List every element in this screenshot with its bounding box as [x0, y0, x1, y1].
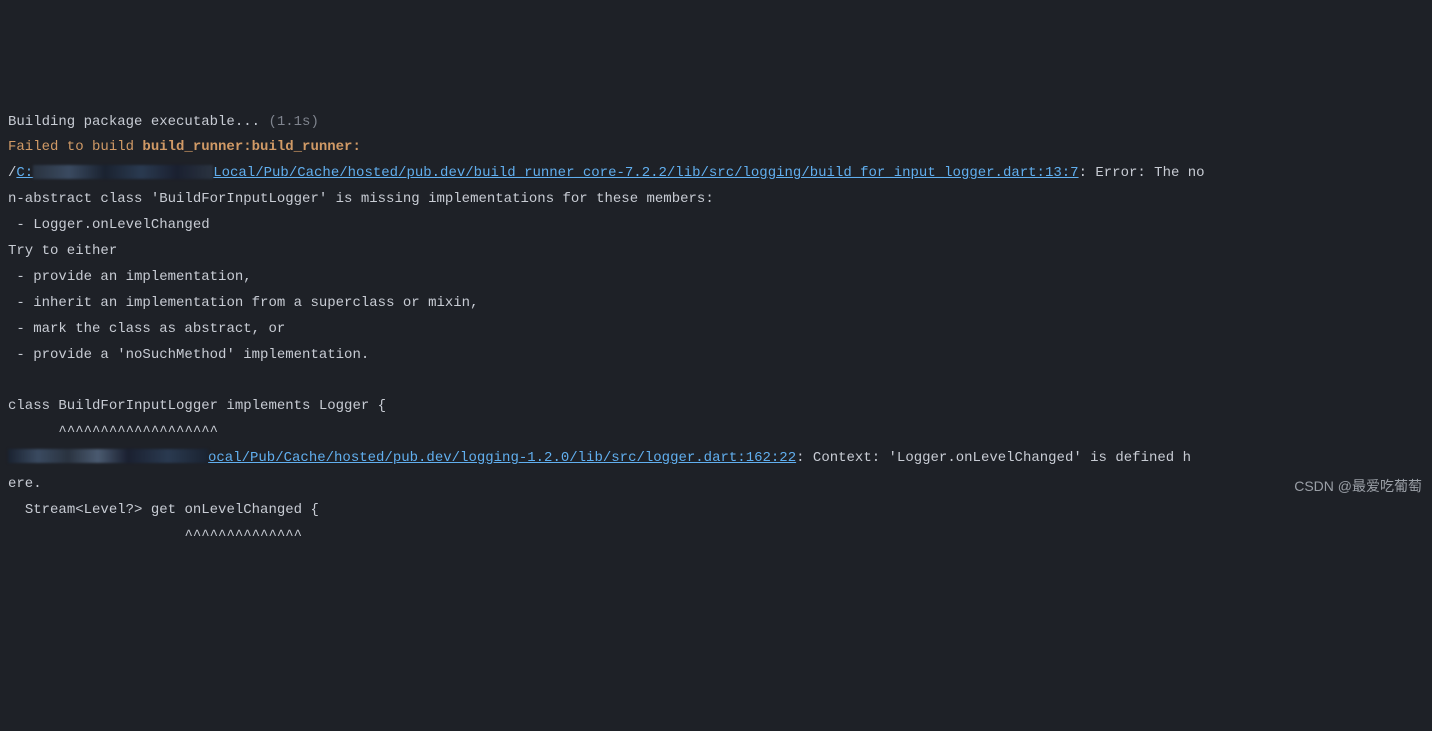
build-fail-line: Failed to build build_runner:build_runne… — [8, 139, 361, 155]
build-status-line: Building package executable... (1.1s) — [8, 114, 319, 130]
redacted-path-2 — [8, 449, 208, 463]
terminal-output: Building package executable... (1.1s) Fa… — [8, 110, 1424, 550]
redacted-path-1 — [33, 165, 213, 179]
build-time: (1.1s) — [268, 114, 318, 130]
watermark: CSDN @最爱吃葡萄 — [1294, 474, 1422, 500]
code-snippet-line: Stream<Level?> get onLevelChanged { — [8, 502, 319, 518]
error-path-line: /C:Local/Pub/Cache/hosted/pub.dev/build_… — [8, 165, 1205, 181]
context-path-line: ocal/Pub/Cache/hosted/pub.dev/logging-1.… — [8, 450, 1191, 466]
file-link-2[interactable]: ocal/Pub/Cache/hosted/pub.dev/logging-1.… — [208, 450, 796, 466]
file-link-1[interactable]: C:Local/Pub/Cache/hosted/pub.dev/build_r… — [16, 165, 1078, 181]
suggestion-item: - provide an implementation, — [8, 269, 252, 285]
caret-marker-line: ^^^^^^^^^^^^^^^^^^^ — [8, 424, 218, 440]
suggestion-item: - inherit an implementation from a super… — [8, 295, 478, 311]
context-continuation: ere. — [8, 476, 42, 492]
suggestion-item: - provide a 'noSuchMethod' implementatio… — [8, 347, 369, 363]
suggestion-item: - mark the class as abstract, or — [8, 321, 285, 337]
code-snippet-line: class BuildForInputLogger implements Log… — [8, 398, 386, 414]
error-message-line: n-abstract class 'BuildForInputLogger' i… — [8, 191, 714, 207]
suggestion-header: Try to either — [8, 243, 117, 259]
missing-member-line: - Logger.onLevelChanged — [8, 217, 210, 233]
caret-marker-line: ^^^^^^^^^^^^^^ — [8, 528, 302, 544]
